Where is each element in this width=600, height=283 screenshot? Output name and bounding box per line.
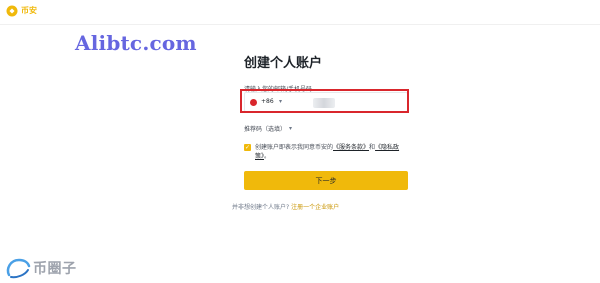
agree-text: 创建账户即表示我同意币安的《服务条款》和《隐私政策》。: [255, 143, 409, 161]
blurred-phone-value: [313, 98, 335, 108]
chevron-down-icon[interactable]: ▾: [279, 98, 282, 105]
chevron-down-icon: ▾: [289, 125, 293, 132]
corner-watermark-text: 币圈子: [33, 261, 77, 277]
brand-name: 币安: [21, 6, 37, 15]
page-title: 创建个人账户: [244, 56, 323, 71]
agree-checkbox[interactable]: ✓: [244, 144, 251, 151]
agree-suffix: 。: [264, 153, 271, 160]
china-flag-icon[interactable]: [250, 99, 257, 106]
brand-logo-link[interactable]: 币安: [6, 5, 37, 17]
phone-field: +86 ▾: [244, 92, 408, 112]
top-bar: 币安: [0, 0, 600, 25]
register-form: 创建个人账户 请输入您的邮箱/手机号码 +86 ▾ 推荐码（选填） ▾ ✓ 创建…: [232, 52, 410, 211]
terms-link[interactable]: 《服务条款》: [333, 144, 369, 151]
country-code-select[interactable]: +86: [261, 98, 274, 105]
corner-watermark: 币圈子: [5, 257, 77, 279]
watermark-text: Alibtc.com: [75, 31, 197, 55]
binance-logo-icon: [6, 5, 18, 17]
biquanzi-logo-icon: [6, 258, 31, 279]
agree-prefix: 创建账户即表示我同意币安的: [255, 144, 334, 151]
enterprise-prompt-row: 并非想创建个人账户? 注册一个企业账户: [232, 202, 339, 211]
referral-toggle[interactable]: 推荐码（选填） ▾: [244, 124, 292, 133]
enterprise-link[interactable]: 注册一个企业账户: [291, 204, 339, 211]
next-button[interactable]: 下一步: [244, 171, 408, 190]
referral-label: 推荐码（选填）: [244, 126, 287, 133]
enterprise-prompt: 并非想创建个人账户?: [232, 204, 290, 211]
